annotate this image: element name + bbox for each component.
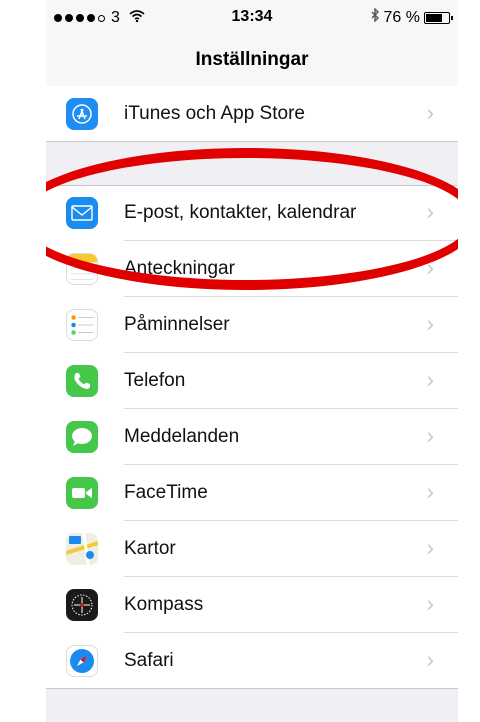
settings-row-maps[interactable]: Kartor ›: [46, 521, 458, 577]
settings-row-label: Meddelanden: [124, 426, 240, 447]
settings-row-label: Påminnelser: [124, 314, 230, 335]
settings-row-messages[interactable]: Meddelanden ›: [46, 409, 458, 465]
battery-icon: [424, 11, 453, 24]
chevron-right-icon: ›: [426, 199, 434, 224]
maps-icon: [66, 533, 98, 565]
facetime-icon: [66, 477, 98, 509]
settings-row-compass[interactable]: Kompass ›: [46, 577, 458, 633]
bluetooth-icon: [370, 7, 380, 27]
reminders-icon: [66, 309, 98, 341]
battery-fill: [426, 13, 443, 22]
settings-row-reminders[interactable]: Påminnelser ›: [46, 297, 458, 353]
settings-row-phone[interactable]: Telefon ›: [46, 353, 458, 409]
messages-icon: [66, 421, 98, 453]
mail-icon: [66, 197, 98, 229]
chevron-right-icon: ›: [426, 367, 434, 392]
settings-row-notes[interactable]: Anteckningar ›: [46, 241, 458, 297]
safari-icon: [66, 645, 98, 677]
page-title: Inställningar: [195, 49, 309, 70]
settings-group-apps: E-post, kontakter, kalendrar › Antecknin…: [46, 185, 458, 689]
settings-row-label: FaceTime: [124, 482, 208, 503]
chevron-right-icon: ›: [426, 647, 434, 672]
settings-group-store: iTunes och App Store ›: [46, 86, 458, 142]
settings-row-label: Kompass: [124, 594, 204, 615]
status-right: 76 %: [370, 7, 453, 27]
chevron-right-icon: ›: [426, 423, 434, 448]
navigation-bar: Inställningar: [46, 34, 458, 87]
settings-row-label: Telefon: [124, 370, 186, 391]
settings-screen: 3 13:34 76 % Inställningar iTunes och Ap…: [46, 0, 458, 722]
settings-row-label: E-post, kontakter, kalendrar: [124, 202, 357, 223]
settings-row-itunes[interactable]: iTunes och App Store ›: [46, 86, 458, 142]
chevron-right-icon: ›: [426, 255, 434, 280]
chevron-right-icon: ›: [426, 311, 434, 336]
settings-row-label: Safari: [124, 650, 174, 671]
settings-row-safari[interactable]: Safari ›: [46, 633, 458, 689]
chevron-right-icon: ›: [426, 535, 434, 560]
compass-icon: [66, 589, 98, 621]
notes-icon: [66, 253, 98, 285]
chevron-right-icon: ›: [426, 100, 434, 125]
settings-row-label: Kartor: [124, 538, 176, 559]
phone-icon: [66, 365, 98, 397]
app-store-icon: [66, 98, 98, 130]
settings-row-label: Anteckningar: [124, 258, 235, 279]
settings-row-facetime[interactable]: FaceTime ›: [46, 465, 458, 521]
chevron-right-icon: ›: [426, 479, 434, 504]
settings-row-label: iTunes och App Store: [124, 103, 305, 124]
settings-row-mail[interactable]: E-post, kontakter, kalendrar ›: [46, 185, 458, 241]
chevron-right-icon: ›: [426, 591, 434, 616]
status-bar: 3 13:34 76 %: [46, 0, 458, 34]
battery-percent: 76 %: [383, 8, 420, 26]
